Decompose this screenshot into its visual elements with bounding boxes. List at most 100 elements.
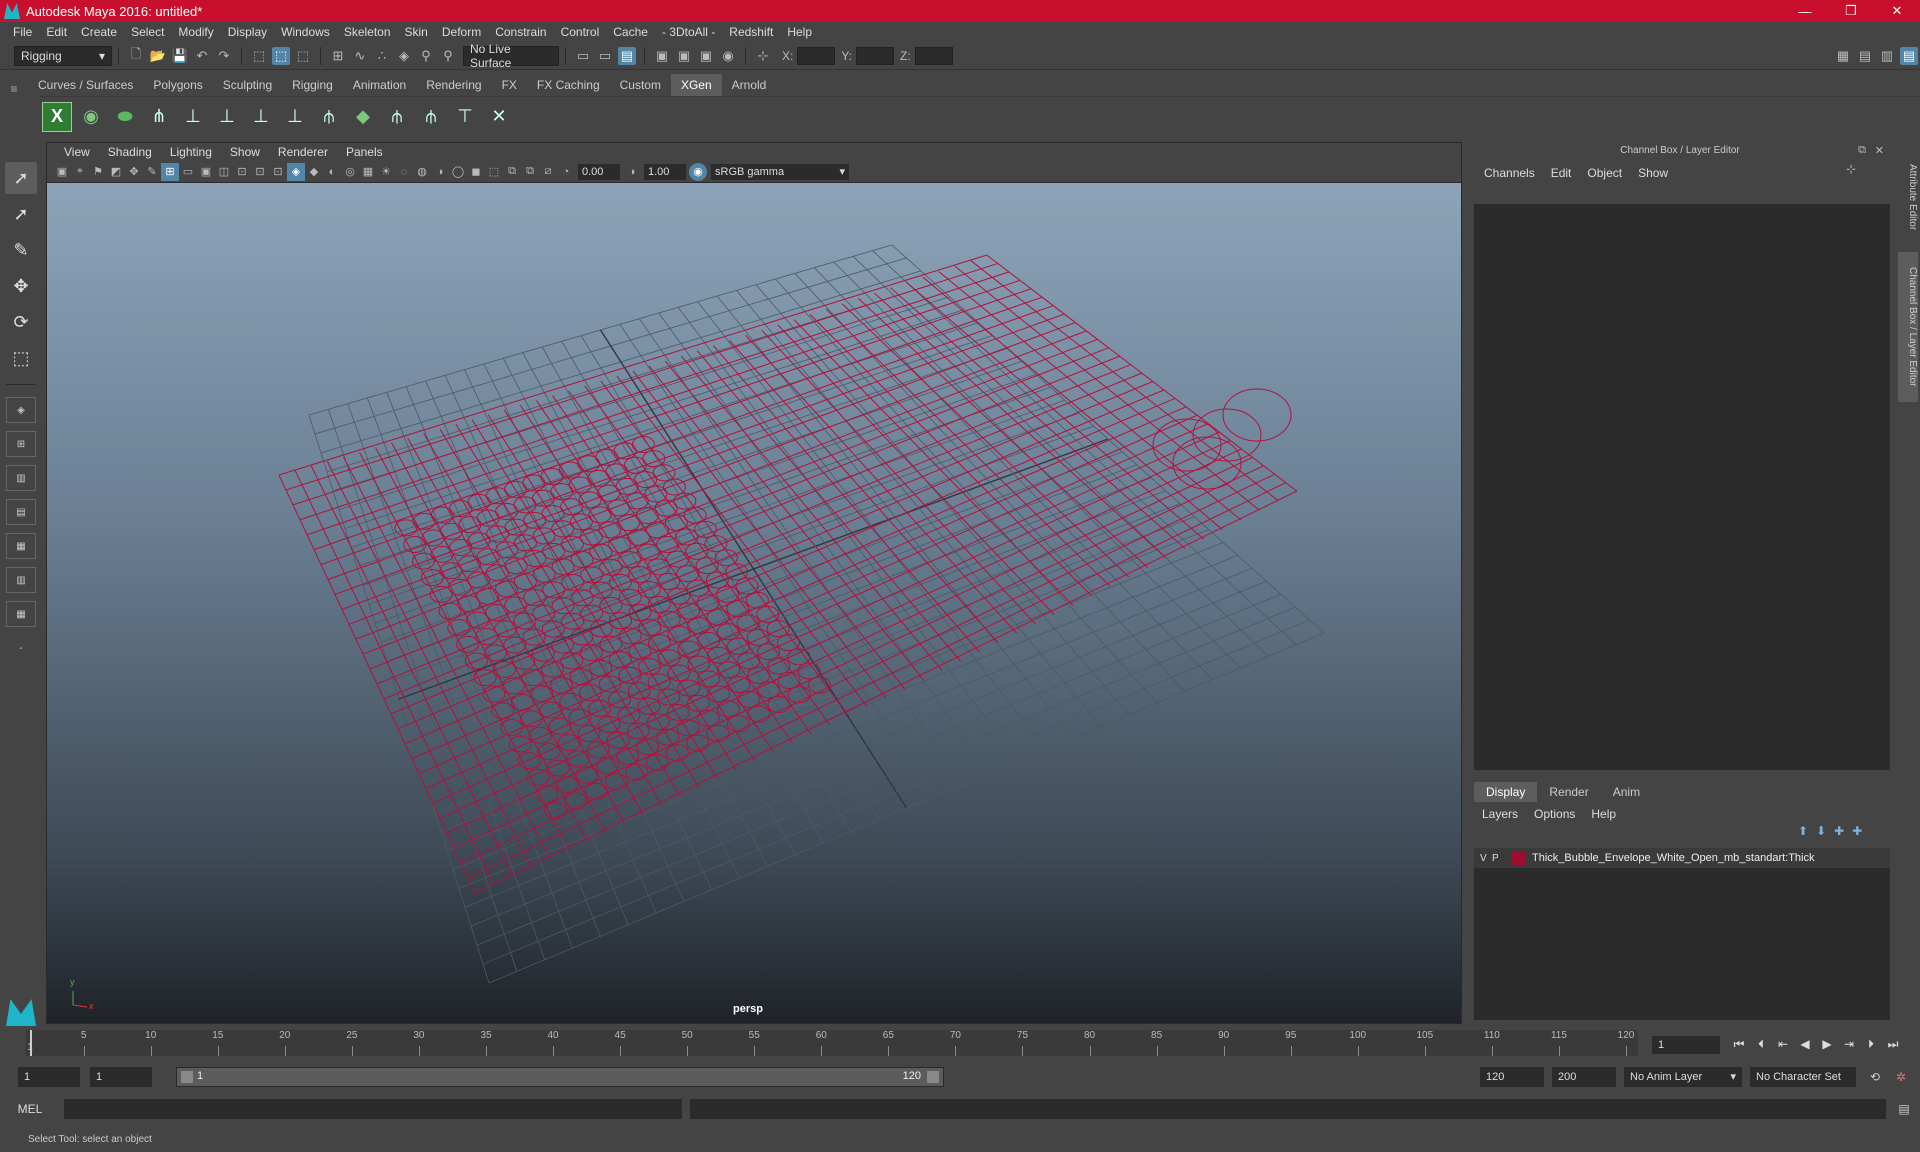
command-language-label[interactable]: MEL: [0, 1102, 60, 1116]
shelf-tab-xgen[interactable]: XGen: [670, 74, 722, 96]
menu-skeleton[interactable]: Skeleton: [337, 25, 398, 39]
xgen-guide-sculpt-icon[interactable]: ⊥: [246, 102, 276, 132]
move-layer-down-icon[interactable]: ⬇: [1816, 824, 1826, 838]
channel-box-area[interactable]: [1474, 204, 1890, 770]
xray-components-icon[interactable]: ⧄: [539, 163, 557, 181]
menu-constrain[interactable]: Constrain: [488, 25, 553, 39]
render-frame-icon[interactable]: ▣: [675, 47, 693, 65]
menu-windows[interactable]: Windows: [274, 25, 337, 39]
gate-mask-icon[interactable]: ◫: [215, 163, 233, 181]
ambient-occlusion-icon[interactable]: ◍: [413, 163, 431, 181]
xgen-guide-bend-icon[interactable]: ⊤: [450, 102, 480, 132]
layer-visibility-toggle[interactable]: V: [1480, 853, 1492, 864]
default-material-icon[interactable]: ◐: [323, 163, 341, 181]
ipr-render-icon[interactable]: ▣: [697, 47, 715, 65]
play-backwards-icon[interactable]: ◀: [1794, 1034, 1816, 1054]
time-ruler[interactable]: 1510152025303540455055606570758085909510…: [26, 1030, 1638, 1056]
render-view-icon[interactable]: ▣: [653, 47, 671, 65]
x-coord-field[interactable]: [797, 46, 836, 65]
current-time-indicator[interactable]: [30, 1030, 32, 1056]
go-to-start-icon[interactable]: ⏮: [1728, 1034, 1750, 1054]
snap-point-icon[interactable]: ∴: [373, 47, 391, 65]
anim-layer-dropdown[interactable]: No Anim Layer ▾: [1624, 1067, 1742, 1087]
use-all-lights-icon[interactable]: ☀: [377, 163, 395, 181]
step-forward-frame-icon[interactable]: ⏵: [1860, 1034, 1882, 1054]
paint-select-tool-icon[interactable]: ✎: [5, 234, 37, 266]
command-input[interactable]: [64, 1099, 682, 1119]
shelf-tab-custom[interactable]: Custom: [610, 74, 671, 96]
resolution-gate-icon[interactable]: ▣: [197, 163, 215, 181]
grid-toggle-icon[interactable]: ⊞: [161, 162, 179, 181]
xgen-curves-to-guides-icon[interactable]: ⫛: [416, 102, 446, 132]
field-chart-icon[interactable]: ⊡: [233, 163, 251, 181]
gamma-icon[interactable]: ◑: [623, 163, 641, 181]
xgen-guide-place-icon[interactable]: ⊥: [178, 102, 208, 132]
viewport-menu-shading[interactable]: Shading: [99, 145, 161, 159]
xgen-guide-delete-icon[interactable]: ✕: [484, 102, 514, 132]
textured-icon[interactable]: ▦: [359, 163, 377, 181]
y-coord-field[interactable]: [856, 46, 895, 65]
menu-file[interactable]: File: [6, 25, 39, 39]
shelf-tab-rendering[interactable]: Rendering: [416, 74, 491, 96]
exposure-field[interactable]: 0.00: [578, 163, 620, 180]
shelf-tab-curves-surfaces[interactable]: Curves / Surfaces: [28, 74, 143, 96]
animation-end-field[interactable]: 200: [1552, 1067, 1616, 1087]
tool-settings-icon[interactable]: ▥: [1878, 47, 1896, 65]
viewport-menu-show[interactable]: Show: [221, 145, 269, 159]
channel-box-menu-object[interactable]: Object: [1579, 166, 1630, 180]
shelf-tab-rigging[interactable]: Rigging: [282, 74, 343, 96]
snap-curve-icon[interactable]: ∿: [351, 47, 369, 65]
side-tab-attribute-editor[interactable]: Attribute Editor: [1898, 152, 1918, 242]
go-to-end-icon[interactable]: ⏭: [1882, 1034, 1904, 1054]
snap-grid-icon[interactable]: ⊞: [329, 47, 347, 65]
shadows-icon[interactable]: ◌: [395, 163, 413, 181]
playback-end-field[interactable]: 120: [1480, 1067, 1544, 1087]
select-tool-icon[interactable]: ➚: [5, 162, 37, 194]
shelf-tab-animation[interactable]: Animation: [343, 74, 416, 96]
menu-cache[interactable]: Cache: [606, 25, 655, 39]
smooth-shade-icon[interactable]: ◆: [305, 163, 323, 181]
menu-3dtoall[interactable]: - 3DtoAll -: [655, 25, 722, 39]
menu-set-dropdown[interactable]: Rigging ▾: [14, 45, 112, 66]
step-back-key-icon[interactable]: ⇤: [1772, 1034, 1794, 1054]
single-perspective-layout-icon[interactable]: ◈: [6, 397, 36, 423]
xray-icon[interactable]: ⧉: [503, 163, 521, 181]
z-coord-field[interactable]: [914, 46, 953, 65]
menu-skin[interactable]: Skin: [398, 25, 435, 39]
menu-deform[interactable]: Deform: [435, 25, 488, 39]
xgen-guide-length-icon[interactable]: ⊥: [212, 102, 242, 132]
layer-tab-display[interactable]: Display: [1474, 782, 1538, 802]
range-slider[interactable]: 1 120: [176, 1067, 944, 1087]
new-layer-icon[interactable]: ✚: [1834, 824, 1844, 838]
custom-layout-icon[interactable]: ▥: [6, 567, 36, 593]
menu-create[interactable]: Create: [74, 25, 124, 39]
shelf-tab-fx[interactable]: FX: [492, 74, 527, 96]
transform-mode-icon[interactable]: ⊹: [754, 47, 772, 65]
rotate-tool-icon[interactable]: ⟳: [5, 306, 37, 338]
step-forward-key-icon[interactable]: ⇥: [1838, 1034, 1860, 1054]
layer-tab-anim[interactable]: Anim: [1601, 782, 1652, 802]
live-surface-field[interactable]: No Live Surface: [463, 42, 559, 70]
layer-color-swatch[interactable]: [1512, 851, 1526, 865]
2d-pan-zoom-icon[interactable]: ✥: [125, 163, 143, 181]
move-layer-up-icon[interactable]: ⬆: [1798, 824, 1808, 838]
attribute-editor-toggle-icon[interactable]: ▤: [1856, 47, 1874, 65]
channel-box-menu-show[interactable]: Show: [1630, 166, 1676, 180]
script-editor-icon[interactable]: ▤: [1894, 1102, 1914, 1116]
outliner-layout-icon[interactable]: ▦: [6, 601, 36, 627]
auto-key-icon[interactable]: ⟲: [1864, 1070, 1886, 1084]
construction-history-icon[interactable]: ▭: [596, 47, 614, 65]
close-panel-icon[interactable]: ✕: [1875, 144, 1884, 157]
animation-start-field[interactable]: 1: [18, 1067, 80, 1087]
shelf-tab-fx-caching[interactable]: FX Caching: [527, 74, 610, 96]
menu-select[interactable]: Select: [124, 25, 171, 39]
side-tab-channel-box[interactable]: Channel Box / Layer Editor: [1898, 252, 1918, 402]
hypershade-layout-icon[interactable]: ▦: [6, 533, 36, 559]
viewport-menu-lighting[interactable]: Lighting: [161, 145, 221, 159]
layer-row[interactable]: V P Thick_Bubble_Envelope_White_Open_mb_…: [1474, 848, 1890, 868]
new-layer-from-selected-icon[interactable]: ✚: [1852, 824, 1862, 838]
layer-tab-render[interactable]: Render: [1537, 782, 1600, 802]
bookmark-icon[interactable]: ⚑: [89, 163, 107, 181]
depth-of-field-icon[interactable]: ◼: [467, 163, 485, 181]
camera-attributes-icon[interactable]: ⌖: [71, 163, 89, 181]
